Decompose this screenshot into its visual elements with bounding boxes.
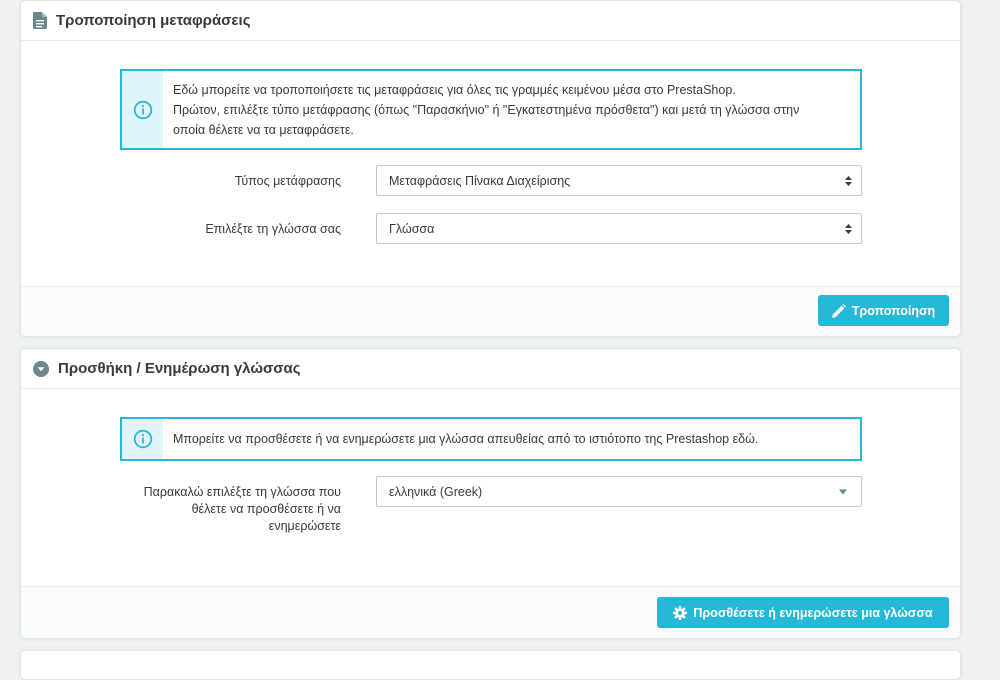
panel-heading: Τροποποίηση μεταφράσεις bbox=[21, 1, 960, 41]
sort-arrows-icon bbox=[845, 223, 852, 234]
panel-footer: Τροποποίηση bbox=[21, 286, 960, 336]
alert-text: Μπορείτε να προσθέσετε ή να ενημερώσετε … bbox=[173, 432, 759, 446]
language-value: Γλώσσα bbox=[389, 221, 435, 236]
collapse-icon[interactable] bbox=[33, 360, 49, 377]
add-update-language-panel: Προσθήκη / Ενημέρωση γλώσσας Μπορείτε να… bbox=[20, 348, 961, 639]
language-label: Επιλέξτε τη γλώσσα σας bbox=[205, 222, 341, 236]
translation-type-label: Τύπος μετάφρασης bbox=[234, 174, 341, 188]
alert-text: Εδώ μπορείτε να τροποποιήσετε τις μεταφρ… bbox=[163, 71, 809, 148]
next-panel bbox=[20, 650, 961, 680]
add-language-select[interactable]: ελληνικά (Greek) bbox=[376, 476, 862, 507]
info-alert: Εδώ μπορείτε να τροποποιήσετε τις μεταφρ… bbox=[120, 69, 862, 150]
add-language-label-line-1: Παρακαλώ επιλέξτε τη γλώσσα που bbox=[143, 485, 341, 499]
panel-heading: Προσθήκη / Ενημέρωση γλώσσας bbox=[21, 349, 960, 389]
sort-arrows-icon bbox=[845, 175, 852, 186]
language-select[interactable]: Γλώσσα bbox=[376, 213, 862, 244]
info-alert: Μπορείτε να προσθέσετε ή να ενημερώσετε … bbox=[120, 417, 862, 461]
alert-icon-column bbox=[122, 419, 163, 459]
info-icon bbox=[133, 100, 153, 120]
translation-type-select[interactable]: Μεταφράσεις Πίνακα Διαχείρισης bbox=[376, 165, 862, 196]
panel-footer: Προσθέσετε ή ενημερώσετε μια γλώσσα bbox=[21, 586, 960, 638]
caret-down-icon bbox=[839, 489, 847, 494]
add-language-label-line-3: ενημερώσετε bbox=[268, 519, 341, 533]
alert-line-2: Πρώτον, επιλέξτε τύπο μετάφρασης (όπως "… bbox=[173, 103, 800, 117]
alert-line-1: Εδώ μπορείτε να τροποποιήσετε τις μεταφρ… bbox=[173, 83, 736, 97]
add-language-label: Παρακαλώ επιλέξτε τη γλώσσα που θέλετε ν… bbox=[61, 484, 341, 535]
add-language-value: ελληνικά (Greek) bbox=[389, 484, 483, 499]
alert-line-3: οποία θέλετε να τα μεταφράσετε. bbox=[173, 123, 354, 137]
modify-translations-panel: Τροποποίηση μεταφράσεις Εδώ μπορείτε να … bbox=[20, 0, 961, 337]
gear-icon bbox=[673, 605, 693, 620]
add-update-language-button-label: Προσθέσετε ή ενημερώσετε μια γλώσσα bbox=[693, 605, 933, 620]
pencil-icon bbox=[831, 303, 852, 318]
info-icon bbox=[133, 429, 153, 449]
panel-title: Προσθήκη / Ενημέρωση γλώσσας bbox=[58, 360, 301, 377]
panel-title: Τροποποίηση μεταφράσεις bbox=[56, 12, 251, 29]
modify-button-label: Τροποποίηση bbox=[851, 303, 936, 318]
document-icon bbox=[33, 12, 47, 29]
alert-icon-column bbox=[122, 71, 163, 148]
modify-button[interactable]: Τροποποίηση bbox=[818, 295, 949, 326]
add-update-language-button[interactable]: Προσθέσετε ή ενημερώσετε μια γλώσσα bbox=[657, 597, 949, 628]
translation-type-value: Μεταφράσεις Πίνακα Διαχείρισης bbox=[389, 173, 571, 188]
add-language-label-line-2: θέλετε να προσθέσετε ή να bbox=[191, 502, 341, 516]
